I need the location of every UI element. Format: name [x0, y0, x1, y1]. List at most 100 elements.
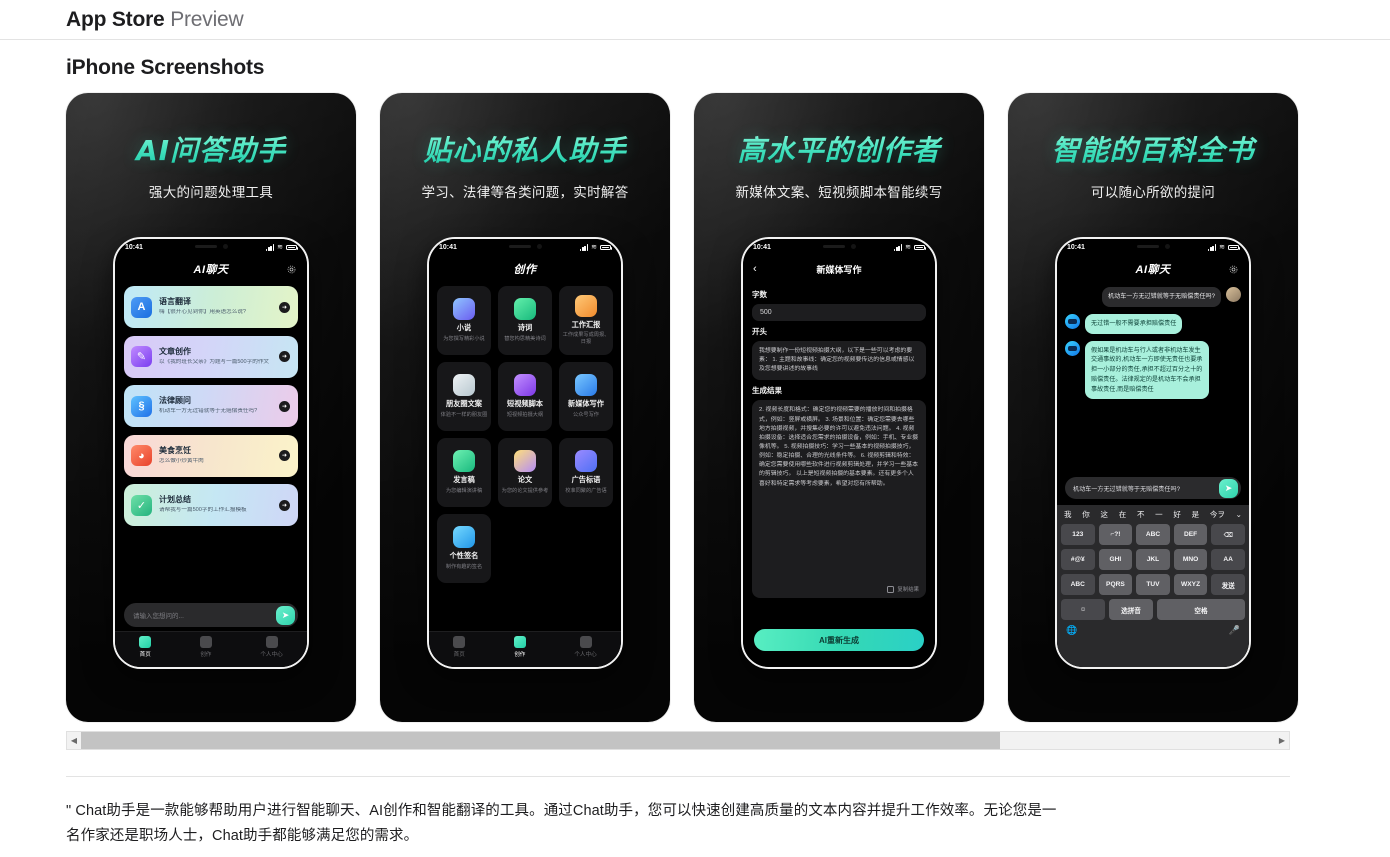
- suggestion[interactable]: 一: [1155, 509, 1163, 520]
- tab-profile[interactable]: 个人中心: [260, 636, 283, 658]
- grid-item-poem[interactable]: 诗词 替您构思精美诗词: [498, 286, 552, 355]
- key-shift[interactable]: AA: [1211, 549, 1245, 570]
- suggestion[interactable]: 在: [1119, 509, 1127, 520]
- screenshot-card-4[interactable]: 智能的百科全书 可以随心所欲的提问 10:41 ≋ AI聊天 机动车一方无过错就…: [1008, 93, 1298, 722]
- shot-4-header: 智能的百科全书 可以随心所欲的提问: [1008, 93, 1298, 201]
- status-time: 10:41: [1067, 244, 1085, 251]
- nav-title-1: AI聊天: [193, 264, 229, 276]
- chevron-down-icon[interactable]: ⌄: [1236, 510, 1242, 519]
- grid-desc: 为您编辑演讲稿: [445, 487, 483, 494]
- food-icon: ◕: [131, 445, 152, 466]
- chevron-left-icon[interactable]: ‹: [753, 263, 757, 275]
- grid-item-speech[interactable]: 发言稿 为您编辑演讲稿: [437, 438, 491, 507]
- key-punct[interactable]: ⌐?!: [1098, 524, 1133, 545]
- card-arrow-icon[interactable]: ➜: [279, 450, 290, 461]
- tab-create[interactable]: 创作: [513, 636, 526, 658]
- suggestion[interactable]: 是: [1192, 509, 1200, 520]
- grid-item-novel[interactable]: 小说 为您撰写精彩小说: [437, 286, 491, 355]
- key-pinyin[interactable]: 选拼音: [1109, 599, 1153, 620]
- phone-mockup-4: 10:41 ≋ AI聊天 机动车一方无过错就等于无赔偿责任吗? 无过错一般不需要…: [1055, 237, 1251, 669]
- key-pqrs[interactable]: PQRS: [1098, 574, 1133, 595]
- status-icons: ≋: [579, 244, 612, 251]
- tab-bar-2: 首页 创作 个人中心: [429, 631, 621, 667]
- grid-item-newmedia[interactable]: 新媒体写作 公众号写作: [559, 362, 613, 431]
- key-def[interactable]: DEF: [1173, 524, 1208, 545]
- send-icon[interactable]: ➤: [1219, 478, 1238, 498]
- screenshot-card-1[interactable]: AI问答助手 强大的问题处理工具 10:41 ≋ AI聊天 A 语言翻译 嗨【很…: [66, 93, 356, 722]
- gear-icon[interactable]: [1228, 264, 1239, 275]
- grid-item-video-script[interactable]: 短视频脚本 短视频拍摄大纲: [498, 362, 552, 431]
- word-count-input[interactable]: 500: [752, 304, 926, 321]
- keyboard-suggestions: 我 你 这 在 不 一 好 是 今ヲ ⌄: [1057, 505, 1249, 524]
- battery-icon: [914, 244, 926, 251]
- chat-input-bar-4[interactable]: 机动车一方无过错就等于无赔偿责任吗? ➤: [1065, 477, 1241, 499]
- screenshot-card-2[interactable]: 贴心的私人助手 学习、法律等各类问题，实时解答 10:41 ≋ 创作 小说 为您…: [380, 93, 670, 722]
- card-arrow-icon[interactable]: ➜: [279, 351, 290, 362]
- tab-home[interactable]: 首页: [453, 636, 466, 658]
- send-icon[interactable]: ➤: [276, 605, 295, 625]
- key-wxyz[interactable]: WXYZ: [1173, 574, 1208, 595]
- key-abc[interactable]: ABC: [1136, 524, 1170, 545]
- plan-icon: ✓: [131, 494, 152, 516]
- status-bar-4: 10:41 ≋: [1057, 239, 1249, 256]
- suggestion[interactable]: 我: [1064, 509, 1072, 520]
- scroll-right-arrow-icon[interactable]: ▶: [1275, 736, 1289, 745]
- status-icons: ≋: [265, 244, 298, 251]
- tab-profile[interactable]: 个人中心: [574, 636, 597, 658]
- feature-card-article[interactable]: ✎ 文章创作 以《我的班长父亲》为题写一篇500字的作文 ➜: [124, 335, 298, 378]
- edit-icon: ✎: [131, 346, 152, 367]
- key-symbols[interactable]: #@¥: [1061, 549, 1095, 570]
- shot-3-title: 高水平的创作者: [694, 129, 984, 169]
- opening-text-box[interactable]: 我想要制作一份短视频拍摄大纲，以下是一些可以考虑的要素： 1. 主题和故事线：确…: [752, 341, 926, 381]
- scroll-left-arrow-icon[interactable]: ◀: [67, 736, 81, 745]
- app-store-title: App Store Preview: [66, 8, 1390, 32]
- grid-item-moments[interactable]: 朋友圈文案 体验不一样的朋友圈: [437, 362, 491, 431]
- grid-item-ad[interactable]: 广告标语 校准同聚的广告语: [559, 438, 613, 507]
- horizontal-scrollbar[interactable]: ◀ ▶: [66, 731, 1290, 750]
- card-arrow-icon[interactable]: ➜: [279, 499, 290, 511]
- key-ghi[interactable]: GHI: [1098, 549, 1133, 570]
- suggestion[interactable]: 这: [1100, 509, 1108, 520]
- feature-card-law[interactable]: § 法律顾问 机动车一方无过错就等于无赔偿责任吗? ➜: [124, 385, 298, 427]
- key-jkl[interactable]: JKL: [1136, 549, 1170, 570]
- scrollbar-thumb[interactable]: [81, 732, 1001, 749]
- grid-item-report[interactable]: 工作汇报 工作成果写成周报、日报: [559, 286, 613, 355]
- card-arrow-icon[interactable]: ➜: [279, 301, 290, 313]
- suggestion[interactable]: 不: [1137, 509, 1145, 520]
- microphone-icon[interactable]: 🎤: [1229, 625, 1240, 636]
- regenerate-button[interactable]: AI重新生成: [754, 629, 924, 651]
- suggestion[interactable]: 今ヲ: [1210, 509, 1225, 520]
- tab-home[interactable]: 首页: [139, 636, 152, 658]
- feature-card-translate[interactable]: A 语言翻译 嗨【很开心见到你】用英语怎么说? ➜: [124, 286, 298, 328]
- grid-item-signature[interactable]: 个性签名 制作有趣的签名: [437, 514, 491, 583]
- tab-create[interactable]: 创作: [199, 636, 212, 658]
- key-space[interactable]: 空格: [1157, 599, 1245, 620]
- grid-item-thesis[interactable]: 论文 为您的论文提供参考: [498, 438, 552, 507]
- feature-card-plan[interactable]: ✓ 计划总结 请帮我写一篇500字的工作汇报模板 ➜: [124, 484, 298, 526]
- globe-icon[interactable]: 🌐: [1066, 625, 1077, 636]
- screenshot-card-3[interactable]: 高水平的创作者 新媒体文案、短视频脚本智能续写 10:41 ≋ ‹ 新媒体写作 …: [694, 93, 984, 722]
- chat-input-bar-1[interactable]: 请输入您想问的... ➤: [124, 603, 298, 627]
- emoji-icon[interactable]: ☺: [1061, 599, 1105, 620]
- shot-2-subtitle: 学习、法律等各类问题，实时解答: [421, 185, 629, 200]
- backspace-icon[interactable]: ⌫: [1211, 524, 1245, 545]
- status-time: 10:41: [439, 244, 457, 251]
- scrollbar-track[interactable]: [81, 732, 1275, 749]
- result-text-box[interactable]: 2. 视频长度和格式：确定您的视频需要的播放时间和拍摄格式，例如：竖屏或横屏。 …: [752, 400, 926, 599]
- key-123[interactable]: 123: [1061, 524, 1095, 545]
- key-abc-mode[interactable]: ABC: [1061, 574, 1095, 595]
- suggestion[interactable]: 好: [1173, 509, 1181, 520]
- feature-card-food[interactable]: ◕ 美食烹饪 怎么做小炒黄牛肉 ➜: [124, 434, 298, 477]
- novel-icon: [453, 298, 475, 321]
- copy-result-button[interactable]: 复制结果: [887, 585, 919, 593]
- screenshots-carousel[interactable]: AI问答助手 强大的问题处理工具 10:41 ≋ AI聊天 A 语言翻译 嗨【很…: [0, 93, 1390, 722]
- thesis-icon: [514, 450, 536, 473]
- suggestion[interactable]: 你: [1082, 509, 1090, 520]
- card-arrow-icon[interactable]: ➜: [279, 400, 290, 412]
- key-mno[interactable]: MNO: [1173, 549, 1208, 570]
- key-send[interactable]: 发送: [1211, 574, 1245, 595]
- shot-4-title: 智能的百科全书: [1008, 129, 1298, 169]
- card-title: 语言翻译: [159, 297, 191, 307]
- key-tuv[interactable]: TUV: [1136, 574, 1170, 595]
- gear-icon[interactable]: [286, 264, 297, 275]
